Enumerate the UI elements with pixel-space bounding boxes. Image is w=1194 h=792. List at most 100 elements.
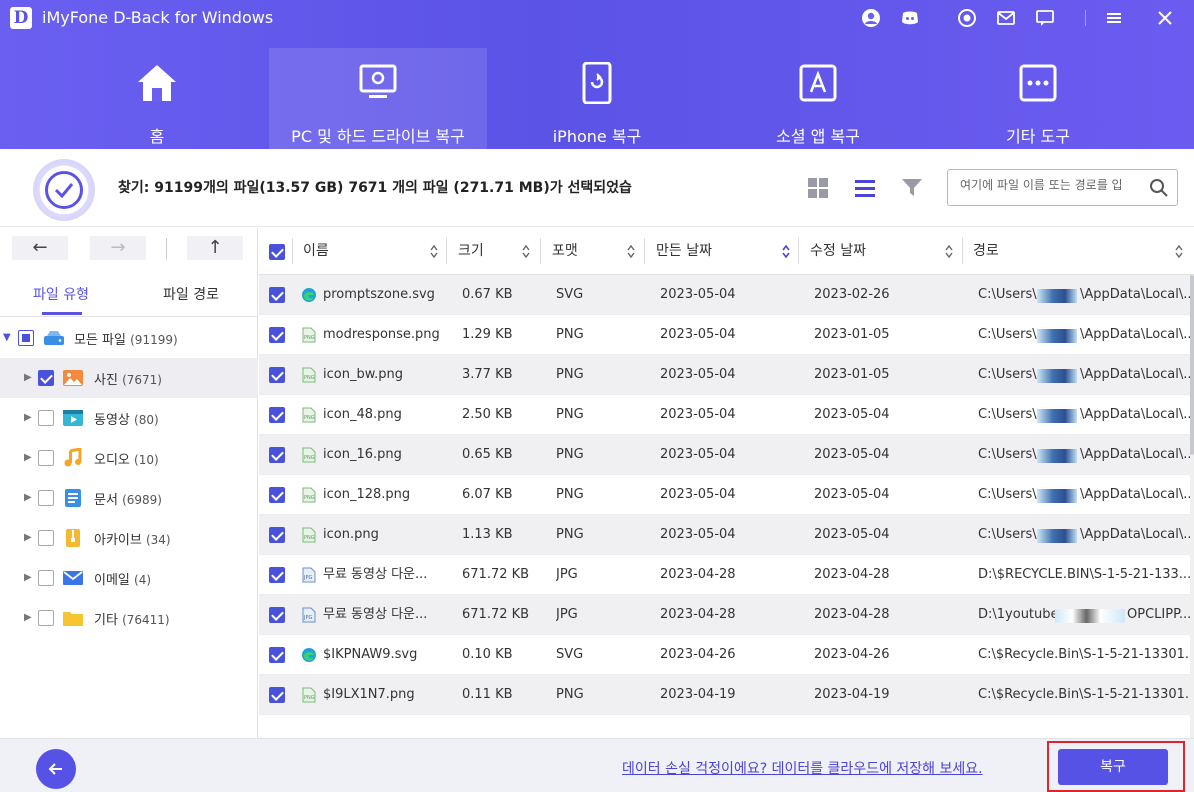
category-checkbox[interactable]	[38, 530, 54, 546]
forward-arrow-button[interactable]: →	[90, 236, 146, 260]
grid-view-icon[interactable]	[807, 177, 829, 199]
settings-icon[interactable]	[955, 6, 979, 30]
tree-item[interactable]: ▶ 문서 (6989)	[0, 478, 258, 518]
table-row[interactable]: PNG icon_48.png 2.50 KB PNG 2023-05-04 2023-0…	[259, 395, 1194, 435]
row-checkbox[interactable]	[269, 607, 285, 623]
row-checkbox[interactable]	[269, 327, 285, 343]
table-row[interactable]: PNG icon_bw.png 3.77 KB PNG 2023-05-04 2023-0…	[259, 355, 1194, 395]
discord-icon[interactable]	[898, 6, 922, 30]
table-row[interactable]: JPG 무료 동영상 다운... 671.72 KB JPG 2023-04-28 202…	[259, 595, 1194, 635]
edge-file-icon	[302, 288, 316, 302]
select-all-checkbox[interactable]	[269, 244, 285, 260]
search-box[interactable]	[947, 169, 1178, 206]
tree-item[interactable]: ▶ 사진 (7671)	[0, 358, 258, 398]
table-row[interactable]: PNG icon_16.png 0.65 KB PNG 2023-05-04 2023-0…	[259, 435, 1194, 475]
nav-iphone-recovery[interactable]: iPhone 복구	[488, 48, 706, 149]
chat-icon[interactable]	[1033, 6, 1057, 30]
cell-created: 2023-04-19	[660, 687, 736, 702]
search-icon[interactable]	[1149, 178, 1169, 198]
sort-icon[interactable]	[1175, 245, 1183, 258]
back-arrow-button[interactable]: ←	[12, 236, 68, 260]
menu-icon[interactable]	[1102, 6, 1126, 30]
category-checkbox[interactable]	[38, 610, 54, 626]
table-row[interactable]: PNG modresponse.png 1.29 KB PNG 2023-05-04 20…	[259, 315, 1194, 355]
filter-icon[interactable]	[901, 177, 923, 199]
nav-social-app-label: 소셜 앱 복구	[776, 127, 860, 146]
cell-modified: 2023-04-28	[814, 607, 890, 622]
row-checkbox[interactable]	[269, 567, 285, 583]
category-checkbox[interactable]	[38, 370, 54, 386]
recover-button[interactable]: 복구	[1058, 749, 1168, 785]
sort-icon[interactable]	[522, 245, 530, 258]
cloud-backup-link[interactable]: 데이터 손실 걱정이에요? 데이터를 클라우드에 저장해 보세요.	[622, 758, 983, 778]
column-format[interactable]: 포맷	[552, 228, 578, 274]
category-checkbox[interactable]	[38, 450, 54, 466]
table-row[interactable]: PNG icon.png 1.13 KB PNG 2023-05-04 2023-05-0…	[259, 515, 1194, 555]
category-label: 기타	[94, 613, 118, 628]
list-view-icon[interactable]	[854, 177, 876, 199]
category-checkbox[interactable]	[38, 570, 54, 586]
column-created[interactable]: 만든 날짜	[656, 228, 712, 274]
column-name[interactable]: 이름	[303, 228, 329, 274]
row-checkbox[interactable]	[269, 647, 285, 663]
nav-pc-recovery[interactable]: PC 및 하드 드라이브 복구	[269, 48, 487, 149]
expand-caret-icon[interactable]: ▶	[24, 411, 34, 425]
tree-item[interactable]: ▶ 동영상 (80)	[0, 398, 258, 438]
expand-caret-icon[interactable]: ▶	[24, 571, 34, 585]
nav-social-app-recovery[interactable]: 소셜 앱 복구	[709, 48, 927, 149]
up-arrow-button[interactable]: ↑	[187, 236, 243, 260]
table-row[interactable]: JPG 무료 동영상 다운... 671.72 KB JPG 2023-04-28 202…	[259, 555, 1194, 595]
cell-size: 1.13 KB	[462, 527, 513, 542]
cell-name: 무료 동영상 다운...	[323, 567, 428, 582]
table-row[interactable]: PNG icon_128.png 6.07 KB PNG 2023-05-04 2023-…	[259, 475, 1194, 515]
column-size[interactable]: 크기	[458, 228, 484, 274]
table-scroll-thumb[interactable]	[1190, 275, 1194, 455]
nav-home[interactable]: 홈	[48, 48, 266, 149]
redacted-username	[1037, 369, 1077, 383]
tree-item[interactable]: ▶ 기타 (76411)	[0, 598, 258, 638]
tab-file-type[interactable]: 파일 유형	[33, 284, 89, 304]
tree-item[interactable]: ▶ 아카이브 (34)	[0, 518, 258, 558]
row-checkbox[interactable]	[269, 447, 285, 463]
expand-caret-icon[interactable]: ▶	[24, 611, 34, 625]
user-icon[interactable]	[859, 6, 883, 30]
tree-root-all-files[interactable]: ▼ 모든 파일 (91199)	[0, 318, 258, 358]
root-checkbox[interactable]	[18, 330, 34, 346]
tree-item[interactable]: ▶ 오디오 (10)	[0, 438, 258, 478]
expand-caret-icon[interactable]: ▶	[24, 451, 34, 465]
cell-format: PNG	[556, 447, 584, 462]
row-checkbox[interactable]	[269, 487, 285, 503]
row-checkbox[interactable]	[269, 687, 285, 703]
cell-path-tail: \AppData\Local\...	[1080, 327, 1190, 342]
close-icon[interactable]	[1153, 6, 1177, 30]
tree-item[interactable]: ▶ 이메일 (4)	[0, 558, 258, 598]
nav-iphone-recovery-label: iPhone 복구	[552, 127, 642, 146]
column-modified[interactable]: 수정 날짜	[810, 228, 866, 274]
mail-icon[interactable]	[994, 6, 1018, 30]
row-checkbox[interactable]	[269, 287, 285, 303]
row-checkbox[interactable]	[269, 367, 285, 383]
category-checkbox[interactable]	[38, 490, 54, 506]
category-checkbox[interactable]	[38, 410, 54, 426]
cell-modified: 2023-04-19	[814, 687, 890, 702]
redacted-username	[1037, 289, 1077, 303]
sort-icon[interactable]	[430, 245, 438, 258]
sort-active-icon[interactable]	[782, 245, 790, 258]
tab-file-path[interactable]: 파일 경로	[163, 284, 219, 304]
back-button[interactable]	[36, 749, 76, 789]
search-input[interactable]	[960, 178, 1150, 192]
expand-caret-icon[interactable]: ▶	[24, 491, 34, 505]
expand-caret-icon[interactable]: ▶	[24, 531, 34, 545]
table-row[interactable]: promptszone.svg 0.67 KB SVG 2023-05-04 2023-…	[259, 275, 1194, 315]
sort-icon[interactable]	[945, 245, 953, 258]
sort-icon[interactable]	[627, 245, 635, 258]
svg-text:PNG: PNG	[304, 455, 315, 461]
expand-caret-icon[interactable]: ▶	[24, 371, 34, 385]
collapse-caret-icon[interactable]: ▼	[3, 331, 13, 345]
table-row[interactable]: PNG $I9LX1N7.png 0.11 KB PNG 2023-04-19 2023-…	[259, 675, 1194, 715]
row-checkbox[interactable]	[269, 407, 285, 423]
row-checkbox[interactable]	[269, 527, 285, 543]
column-path[interactable]: 경로	[973, 228, 999, 274]
table-row[interactable]: $IKPNAW9.svg 0.10 KB SVG 2023-04-26 2023-04-…	[259, 635, 1194, 675]
nav-other-tools[interactable]: 기타 도구	[929, 48, 1147, 149]
